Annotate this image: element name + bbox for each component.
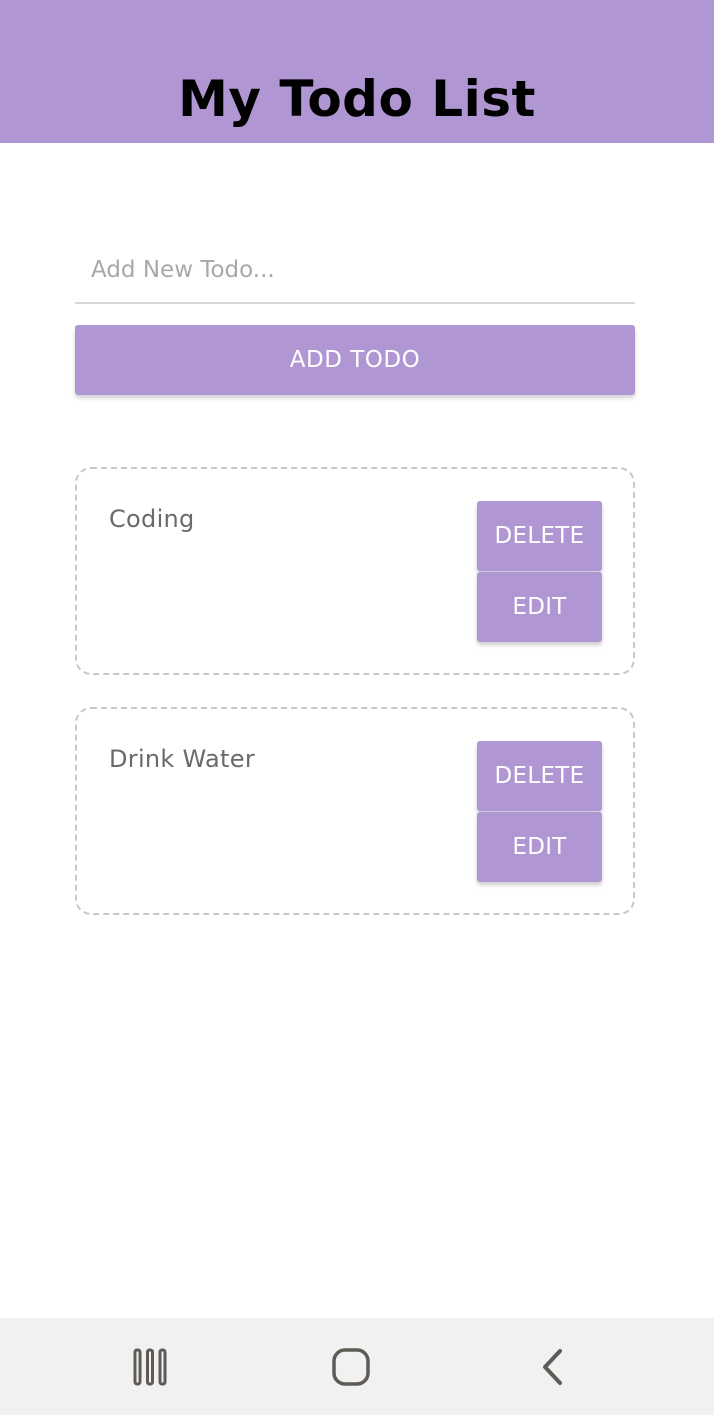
edit-todo-button[interactable]: EDIT xyxy=(477,572,602,642)
app-header: My Todo List xyxy=(0,0,714,143)
home-button[interactable] xyxy=(321,1342,381,1392)
home-icon xyxy=(332,1348,370,1386)
add-todo-button[interactable]: ADD TODO xyxy=(75,325,635,395)
recents-button[interactable] xyxy=(120,1342,180,1392)
todo-item: Coding DELETE EDIT xyxy=(75,467,635,675)
todo-app: My Todo List ADD TODO Coding DELETE EDIT… xyxy=(0,0,714,1415)
new-todo-input[interactable] xyxy=(75,238,635,304)
delete-todo-button[interactable]: DELETE xyxy=(477,741,602,811)
todo-item-text: Drink Water xyxy=(109,745,255,773)
todo-item: Drink Water DELETE EDIT xyxy=(75,707,635,915)
page-title: My Todo List xyxy=(178,70,536,128)
back-icon xyxy=(543,1349,562,1385)
back-button[interactable] xyxy=(522,1342,582,1392)
system-navigation-bar xyxy=(0,1318,714,1415)
delete-todo-button[interactable]: DELETE xyxy=(477,501,602,571)
recents-icon xyxy=(133,1348,167,1386)
edit-todo-button[interactable]: EDIT xyxy=(477,812,602,882)
todo-item-text: Coding xyxy=(109,505,195,533)
